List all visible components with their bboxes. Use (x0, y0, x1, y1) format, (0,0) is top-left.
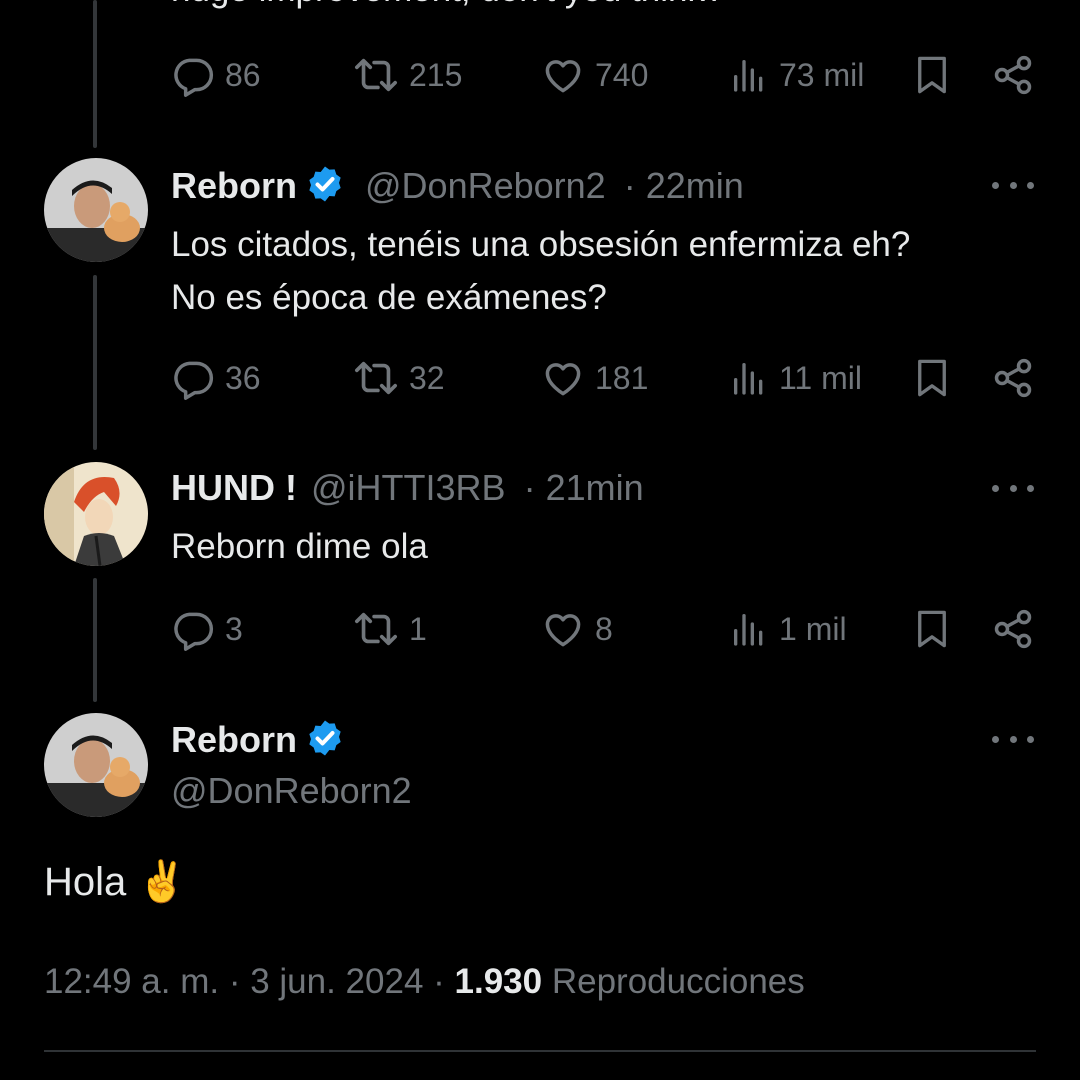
share-button[interactable] (991, 50, 1035, 100)
top-tweet-actions: 86 215 740 73 mil (171, 50, 1041, 100)
tweet-text: Hola ✌️ (44, 860, 188, 904)
tweet-text-line: No es época de exámenes? (171, 278, 607, 317)
bookmark-icon (911, 54, 953, 96)
tweet-time[interactable]: · 22min (624, 165, 744, 206)
retweet-icon (353, 606, 399, 652)
retweet-count: 32 (409, 359, 445, 396)
reply-icon (171, 53, 215, 97)
verified-badge-icon (305, 164, 345, 204)
like-button[interactable]: 740 (541, 50, 648, 100)
tweet-text: Los citados, tenéis una obsesión enfermi… (171, 218, 910, 324)
bookmark-icon (911, 357, 953, 399)
reply-icon (171, 607, 215, 651)
retweet-count: 215 (409, 56, 463, 93)
author-line: HUND ! @iHTTI3RB · 21min (171, 467, 644, 509)
retweet-button[interactable]: 1 (353, 604, 427, 654)
reply-button[interactable]: 36 (171, 353, 261, 403)
thread-line (93, 578, 97, 702)
like-icon (541, 356, 585, 400)
bookmark-button[interactable] (911, 50, 953, 100)
author-handle[interactable]: @DonReborn2 (365, 165, 606, 206)
retweet-button[interactable]: 32 (353, 353, 445, 403)
views-button[interactable]: 11 mil (729, 353, 862, 403)
views-count: 1 mil (779, 610, 847, 647)
reply-count: 86 (225, 56, 261, 93)
views-label: Reproducciones (542, 962, 805, 1001)
thread-line (93, 275, 97, 450)
reply-count: 3 (225, 610, 243, 647)
reply1-actions: 36 32 181 11 mil (171, 353, 1041, 403)
share-icon (991, 356, 1035, 400)
share-icon (991, 53, 1035, 97)
views-count: 1.930 (454, 962, 543, 1001)
verified-badge-icon (305, 718, 345, 758)
like-count: 8 (595, 610, 613, 647)
author-name[interactable]: Reborn (171, 719, 297, 760)
tweet-text: Reborn dime ola (171, 527, 428, 566)
share-button[interactable] (991, 604, 1035, 654)
avatar[interactable] (44, 158, 148, 262)
thread-line (93, 0, 97, 148)
retweet-icon (353, 52, 399, 98)
like-icon (541, 607, 585, 651)
like-count: 740 (595, 56, 649, 93)
more-button[interactable] (992, 478, 1034, 498)
avatar[interactable] (44, 462, 148, 566)
like-button[interactable]: 181 (541, 353, 648, 403)
author-name[interactable]: HUND ! (171, 467, 297, 508)
avatar[interactable] (44, 713, 148, 817)
share-button[interactable] (991, 353, 1035, 403)
bookmark-icon (911, 608, 953, 650)
reply-button[interactable]: 3 (171, 604, 243, 654)
tweet-metadata: 12:49 a. m. · 3 jun. 2024 · 1.930 Reprod… (44, 962, 805, 1002)
author-handle[interactable]: @DonReborn2 (171, 770, 412, 812)
retweet-button[interactable]: 215 (353, 50, 462, 100)
like-count: 181 (595, 359, 649, 396)
share-icon (991, 607, 1035, 651)
views-button[interactable]: 1 mil (729, 604, 847, 654)
views-icon (729, 358, 769, 398)
views-icon (729, 609, 769, 649)
tweet-text-line: Los citados, tenéis una obsesión enfermi… (171, 225, 911, 264)
reply-button[interactable]: 86 (171, 50, 261, 100)
views-count: 73 mil (779, 56, 865, 93)
retweet-icon (353, 355, 399, 401)
views-button[interactable]: 73 mil (729, 50, 864, 100)
author-name[interactable]: Reborn (171, 165, 297, 206)
author-handle[interactable]: @iHTTI3RB (311, 467, 506, 508)
tweet-timestamp[interactable]: 12:49 a. m. · 3 jun. 2024 · (44, 962, 455, 1001)
retweet-count: 1 (409, 610, 427, 647)
tweet-time[interactable]: · 21min (524, 467, 644, 508)
like-button[interactable]: 8 (541, 604, 613, 654)
tweet-text-cutoff: huge improvement, don't you think? (171, 0, 724, 10)
reply-icon (171, 356, 215, 400)
like-icon (541, 53, 585, 97)
views-count: 11 mil (779, 359, 862, 396)
views-icon (729, 55, 769, 95)
bookmark-button[interactable] (911, 353, 953, 403)
divider (44, 1050, 1036, 1052)
bookmark-button[interactable] (911, 604, 953, 654)
reply2-actions: 3 1 8 1 mil (171, 604, 1041, 654)
more-button[interactable] (992, 729, 1034, 749)
author-line: Reborn @DonReborn2 · 22min (171, 164, 744, 207)
reply-count: 36 (225, 359, 261, 396)
more-button[interactable] (992, 175, 1034, 195)
author-line: Reborn (171, 718, 345, 761)
